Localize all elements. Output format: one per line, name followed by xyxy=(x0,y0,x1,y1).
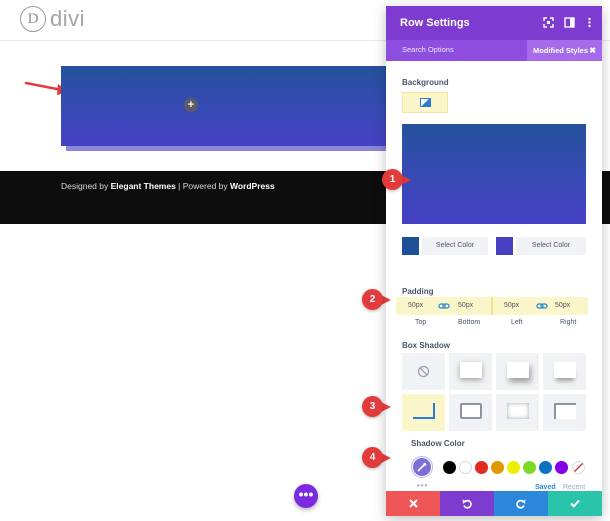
search-options-input[interactable]: Search Options xyxy=(402,45,454,54)
checkmark-icon xyxy=(570,499,580,508)
palette-swatch-yellow[interactable] xyxy=(507,461,520,474)
shadow-preview xyxy=(460,403,482,419)
close-icon xyxy=(408,499,418,508)
logo-text: divi xyxy=(50,6,86,31)
close-icon[interactable]: ✖ xyxy=(589,40,596,61)
callout-marker-4: 4 xyxy=(362,447,383,468)
gradient-tab[interactable] xyxy=(402,92,448,113)
add-module-button[interactable]: + xyxy=(184,98,198,112)
box-shadow-label: Box Shadow xyxy=(402,341,451,350)
palette-swatch-blue[interactable] xyxy=(539,461,552,474)
palette-swatch-black[interactable] xyxy=(443,461,456,474)
start-color-swatch[interactable] xyxy=(402,237,419,255)
modified-styles-label: Modified Styles xyxy=(533,46,589,55)
color-picker-button[interactable] xyxy=(412,457,432,477)
logo-mark: D xyxy=(20,6,46,32)
more-colors-icon[interactable]: ••• xyxy=(417,481,428,490)
padding-bottom-label: Bottom xyxy=(458,319,481,326)
palette-swatch-orange[interactable] xyxy=(491,461,504,474)
shadow-preview xyxy=(554,362,576,378)
row-section-preview[interactable] xyxy=(61,66,391,146)
palette-swatch-red[interactable] xyxy=(475,461,488,474)
redo-button[interactable] xyxy=(494,491,548,516)
shadow-preview xyxy=(460,362,482,378)
undo-icon xyxy=(462,499,472,509)
shadow-preset-1[interactable] xyxy=(449,353,492,390)
no-color-icon[interactable] xyxy=(572,461,585,474)
modified-styles-filter[interactable]: Modified Styles ✖ xyxy=(527,40,602,61)
padding-fields: 50px 50px 50px 50px xyxy=(396,297,588,315)
panel-content: Background Select Color Select Color Pad… xyxy=(386,61,602,491)
panel-title: Row Settings xyxy=(400,17,470,29)
background-label: Background xyxy=(402,78,449,87)
more-options-icon[interactable] xyxy=(584,17,595,28)
padding-bottom-input[interactable]: 50px xyxy=(458,297,473,315)
page-settings-fab[interactable]: ••• xyxy=(294,484,318,508)
shadow-preset-2[interactable] xyxy=(496,353,539,390)
cancel-button[interactable] xyxy=(386,491,440,516)
shadow-preview xyxy=(554,403,576,419)
padding-right-label: Right xyxy=(560,319,577,326)
redo-icon xyxy=(516,499,526,509)
padding-top-label: Top xyxy=(415,319,427,326)
expand-icon[interactable] xyxy=(543,17,554,28)
gradient-preview[interactable] xyxy=(402,124,586,224)
eyedropper-icon xyxy=(417,462,427,472)
footer-prefix: Designed by xyxy=(61,181,111,191)
save-button[interactable] xyxy=(548,491,602,516)
shadow-preset-7[interactable] xyxy=(543,394,586,431)
footer-link-wordpress[interactable]: WordPress xyxy=(230,181,275,191)
gradient-icon xyxy=(420,98,431,107)
shadow-preset-6[interactable] xyxy=(496,394,539,431)
shadow-preset-none[interactable] xyxy=(402,353,445,390)
undo-button[interactable] xyxy=(440,491,494,516)
link-icon[interactable] xyxy=(438,301,450,311)
palette-tab-recent[interactable]: Recent xyxy=(563,484,585,491)
snap-sidebar-icon[interactable] xyxy=(564,17,575,28)
screen: D divi + Designed by Elegant Themes | Po… xyxy=(0,0,610,521)
palette-swatch-white[interactable] xyxy=(459,461,472,474)
site-logo[interactable]: D divi xyxy=(20,6,85,32)
shadow-preset-5[interactable] xyxy=(449,394,492,431)
box-shadow-presets xyxy=(402,353,586,433)
end-color-swatch[interactable] xyxy=(496,237,513,255)
shadow-color-label: Shadow Color xyxy=(411,439,465,448)
callout-marker-2: 2 xyxy=(362,289,383,310)
row-settings-panel: Row Settings Search Options Modified Sty… xyxy=(386,6,602,516)
shadow-preview xyxy=(413,403,435,419)
padding-label: Padding xyxy=(402,287,434,296)
padding-right-input[interactable]: 50px xyxy=(555,297,570,315)
end-color-select[interactable]: Select Color xyxy=(516,237,586,255)
row-box-shadow xyxy=(66,146,391,151)
panel-action-bar xyxy=(386,491,602,516)
footer-credits: Designed by Elegant Themes | Powered by … xyxy=(61,181,275,191)
none-icon xyxy=(417,365,430,378)
padding-left-input[interactable]: 50px xyxy=(504,297,519,315)
gradient-end-color[interactable]: Select Color xyxy=(496,237,586,255)
panel-subbar: Search Options Modified Styles ✖ xyxy=(386,40,602,61)
callout-marker-3: 3 xyxy=(362,396,383,417)
start-color-select[interactable]: Select Color xyxy=(422,237,488,255)
padding-left-label: Left xyxy=(511,319,523,326)
footer-link-elegant-themes[interactable]: Elegant Themes xyxy=(111,181,176,191)
shadow-preset-3[interactable] xyxy=(543,353,586,390)
shadow-preview xyxy=(507,403,529,419)
palette-swatch-purple[interactable] xyxy=(555,461,568,474)
callout-marker-1: 1 xyxy=(382,169,403,190)
panel-header: Row Settings xyxy=(386,6,602,40)
padding-divider xyxy=(491,297,493,315)
link-icon[interactable] xyxy=(536,301,548,311)
shadow-preset-4-selected[interactable] xyxy=(402,394,445,431)
footer-separator: | Powered by xyxy=(175,181,230,191)
palette-swatch-green[interactable] xyxy=(523,461,536,474)
shadow-preview xyxy=(507,362,529,378)
palette-tab-saved[interactable]: Saved xyxy=(535,484,556,491)
padding-top-input[interactable]: 50px xyxy=(408,297,423,315)
gradient-start-color[interactable]: Select Color xyxy=(402,237,488,255)
